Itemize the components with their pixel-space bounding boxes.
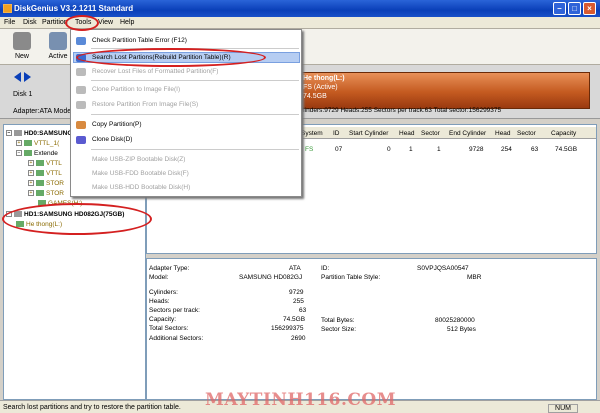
prev-disk-icon[interactable] — [14, 72, 21, 82]
watermark-site: MAYTINH116.COM — [205, 390, 397, 410]
new-icon — [13, 32, 31, 50]
clone-image-icon — [76, 86, 86, 94]
highlight-circle-search — [76, 48, 266, 67]
menu-usb-hdd[interactable]: Make USB-HDD Bootable Disk(H) — [92, 184, 190, 191]
num-lock-indicator: NUM — [548, 404, 578, 413]
col-capacity[interactable]: Capacity — [551, 130, 576, 137]
tree-vttl3[interactable]: + VTTL — [28, 170, 62, 179]
tree-extended[interactable]: − Extende — [16, 150, 58, 159]
clone-disk-icon — [76, 136, 86, 144]
tree-hd0[interactable]: − HD0:SAMSUNG — [6, 130, 72, 139]
adapter-label: Adapter:ATA Mode — [13, 108, 72, 115]
col-end-cylinder[interactable]: End Cylinder — [449, 130, 486, 137]
partition-bar[interactable]: He thong(L:) FS (Active) 74.5GB — [300, 72, 590, 109]
menu-usb-zip[interactable]: Make USB-ZIP Bootable Disk(Z) — [92, 156, 185, 163]
disk-geometry-info: ylinders:9729 Heads:255 Sectors per trac… — [300, 107, 502, 114]
col-head2[interactable]: Head — [495, 130, 511, 137]
next-disk-icon[interactable] — [24, 72, 31, 82]
menu-usb-fdd[interactable]: Make USB-FDD Bootable Disk(F) — [92, 170, 189, 177]
title-bar: DiskGenius V3.2.1211 Standard – □ × — [0, 0, 600, 17]
status-text: Search lost partitions and try to restor… — [3, 404, 181, 411]
partition-size: 74.5GB — [303, 93, 327, 100]
tree-vttl1[interactable]: + VTTL_1( — [16, 140, 59, 149]
col-sector[interactable]: Sector — [421, 130, 440, 137]
app-icon — [3, 4, 12, 13]
disk-info-panel: Adapter Type: ATA ID: S0VPJQSA00547 Mode… — [146, 258, 597, 400]
highlight-circle-hd1 — [2, 203, 152, 235]
col-sector2[interactable]: Sector — [517, 130, 536, 137]
menu-view[interactable]: View — [98, 19, 113, 26]
col-head[interactable]: Head — [399, 130, 415, 137]
copy-icon — [76, 121, 86, 129]
highlight-circle-tools — [65, 15, 99, 31]
check-icon — [76, 37, 86, 45]
menu-disk[interactable]: Disk — [23, 19, 37, 26]
disk-label: Disk 1 — [13, 91, 33, 98]
menu-file[interactable]: File — [4, 19, 15, 26]
tree-vttl2[interactable]: + VTTL — [28, 160, 62, 169]
menu-check-partition[interactable]: Check Partition Table Error (F12) — [92, 37, 187, 44]
menu-recover-files[interactable]: Recover Lost Files of Formatted Partitio… — [92, 68, 218, 75]
col-start-cylinder[interactable]: Start Cylinder — [349, 130, 388, 137]
partition-fs: FS (Active) — [303, 84, 338, 91]
restore-image-icon — [76, 101, 86, 109]
col-system[interactable]: System — [301, 130, 323, 137]
menu-help[interactable]: Help — [120, 19, 134, 26]
menu-partition[interactable]: Partition — [42, 19, 68, 26]
menu-clone-disk[interactable]: Clone Disk(D) — [92, 136, 132, 143]
active-button[interactable]: Active — [44, 32, 72, 60]
close-button[interactable]: × — [583, 2, 596, 15]
maximize-button[interactable]: □ — [568, 2, 581, 15]
tree-stor2[interactable]: + STOR — [28, 190, 64, 199]
partition-name: He thong(L:) — [303, 75, 345, 82]
tree-stor1[interactable]: + STOR — [28, 180, 64, 189]
recover-icon — [76, 68, 86, 76]
new-button[interactable]: New — [8, 32, 36, 60]
menu-copy-partition[interactable]: Copy Partition(P) — [92, 121, 142, 128]
menu-clone-to-image[interactable]: Clone Partition to Image File(I) — [92, 86, 180, 93]
window-title: DiskGenius V3.2.1211 Standard — [14, 4, 134, 13]
minimize-button[interactable]: – — [553, 2, 566, 15]
active-icon — [49, 32, 67, 50]
menu-restore-from-image[interactable]: Restore Partition From Image File(S) — [92, 101, 198, 108]
col-id[interactable]: ID — [333, 130, 340, 137]
